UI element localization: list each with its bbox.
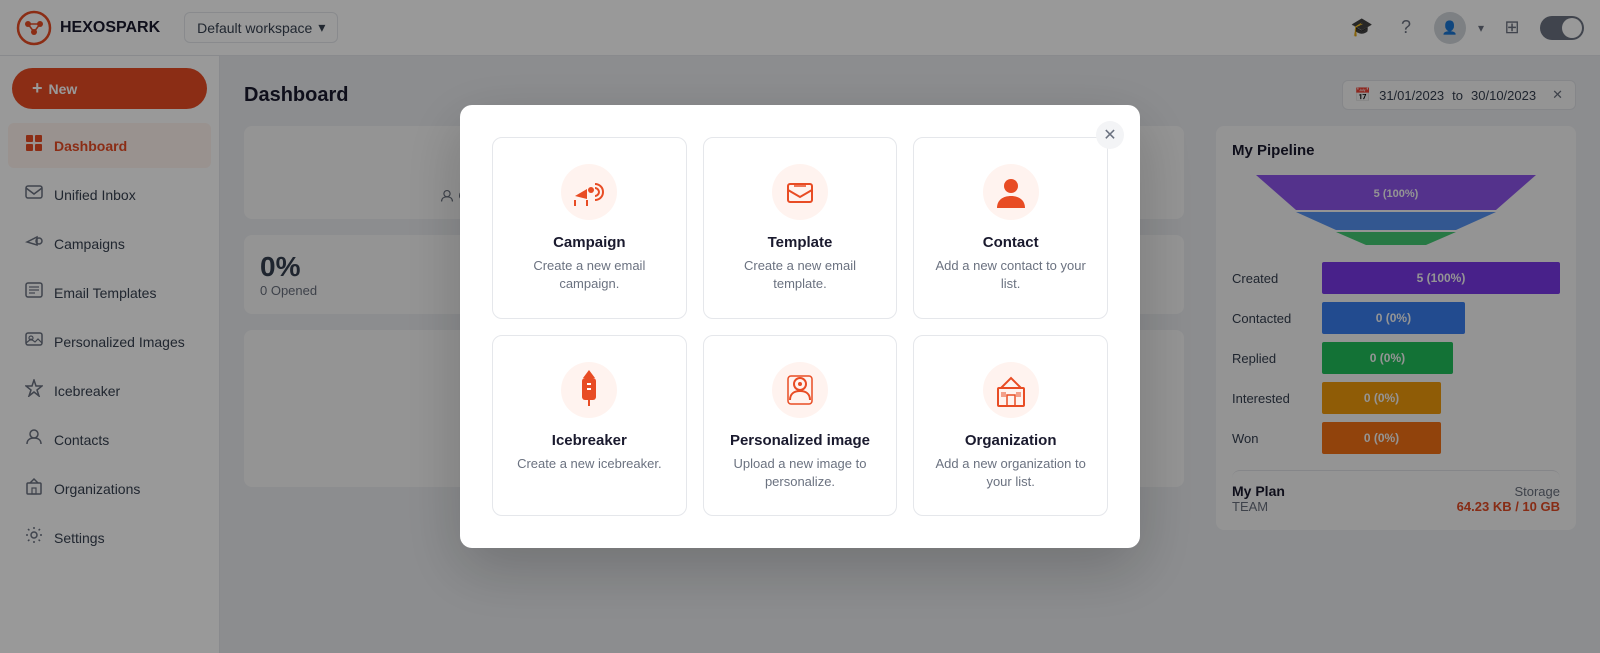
modal-card-organization[interactable]: Organization Add a new organization to y… <box>913 335 1108 516</box>
contact-desc: Add a new contact to your list. <box>930 257 1091 293</box>
modal-card-campaign[interactable]: Campaign Create a new email campaign. <box>492 137 687 318</box>
modal-card-personalized-image[interactable]: Personalized image Upload a new image to… <box>703 335 898 516</box>
template-title: Template <box>720 234 881 251</box>
modal-grid: Campaign Create a new email campaign. Te… <box>492 137 1108 516</box>
modal-card-icebreaker[interactable]: Icebreaker Create a new icebreaker. <box>492 335 687 516</box>
template-desc: Create a new email template. <box>720 257 881 293</box>
campaign-icon <box>509 162 670 222</box>
icebreaker-modal-desc: Create a new icebreaker. <box>509 455 670 473</box>
organization-title: Organization <box>930 432 1091 449</box>
icebreaker-modal-title: Icebreaker <box>509 432 670 449</box>
template-icon <box>720 162 881 222</box>
modal-card-template[interactable]: Template Create a new email template. <box>703 137 898 318</box>
modal-card-contact[interactable]: Contact Add a new contact to your list. <box>913 137 1108 318</box>
new-item-modal: ✕ Campaign Create a new email cam <box>460 105 1140 548</box>
icebreaker-modal-icon <box>509 360 670 420</box>
modal-close-button[interactable]: ✕ <box>1096 121 1124 149</box>
organization-icon <box>930 360 1091 420</box>
contact-icon <box>930 162 1091 222</box>
contact-title: Contact <box>930 234 1091 251</box>
organization-desc: Add a new organization to your list. <box>930 455 1091 491</box>
personalized-image-title: Personalized image <box>720 432 881 449</box>
personalized-image-icon <box>720 360 881 420</box>
campaign-desc: Create a new email campaign. <box>509 257 670 293</box>
campaign-title: Campaign <box>509 234 670 251</box>
personalized-image-desc: Upload a new image to personalize. <box>720 455 881 491</box>
modal-overlay[interactable]: ✕ Campaign Create a new email cam <box>0 0 1600 653</box>
